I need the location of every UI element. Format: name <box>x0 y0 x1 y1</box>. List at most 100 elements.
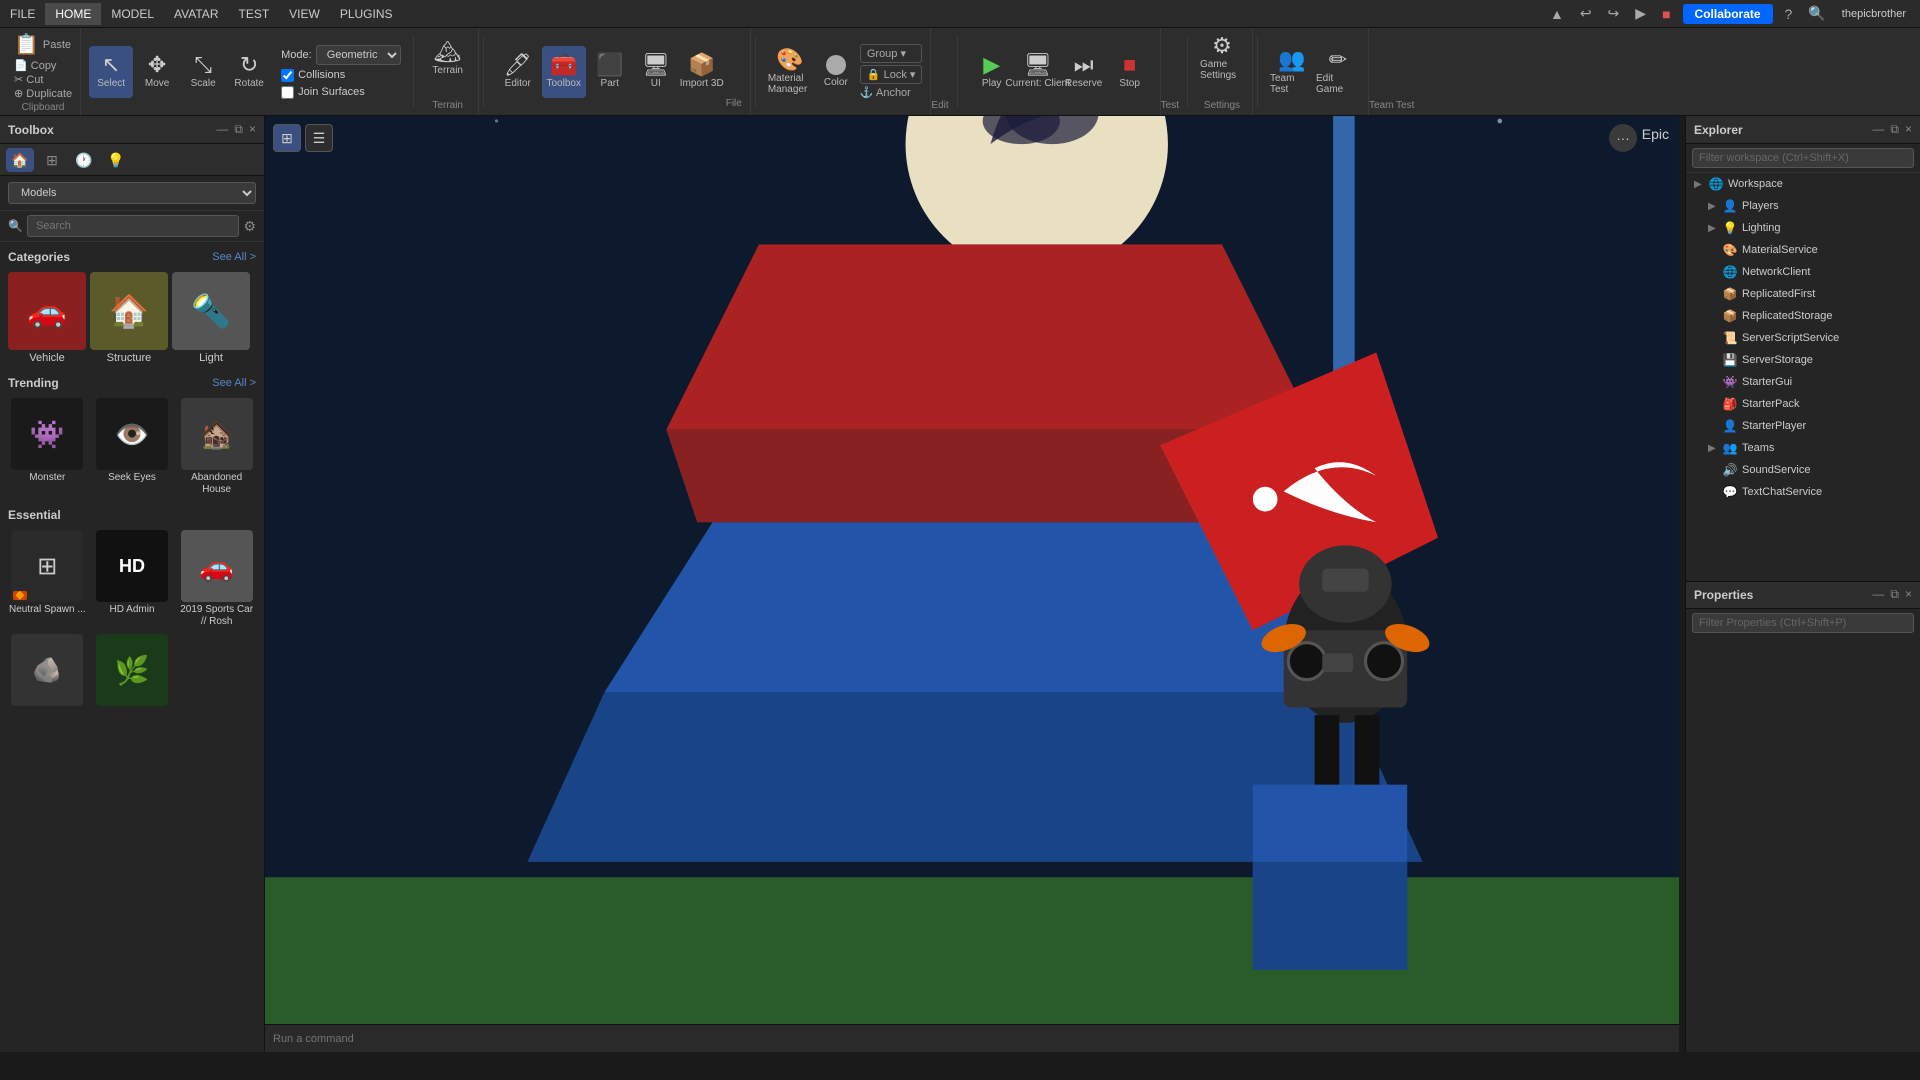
play-icon[interactable]: ▶ <box>1631 5 1650 22</box>
anchor-btn[interactable]: ⚓ Anchor <box>860 86 923 99</box>
team-test-btn[interactable]: 👥 Team Test <box>1270 46 1314 98</box>
import3d-btn[interactable]: 📦 Import 3D <box>680 46 724 98</box>
trending-abandoned-house[interactable]: 🏚️ Abandoned House <box>177 398 256 496</box>
tree-server-script[interactable]: 📜 ServerScriptService <box>1686 327 1920 349</box>
models-select[interactable]: Models Plugins Audio <box>8 182 256 204</box>
category-vehicle[interactable]: 🚗 Vehicle <box>8 272 86 364</box>
explorer-close-icon[interactable]: × <box>1905 122 1912 137</box>
reserve-btn[interactable]: ⏭ Reserve <box>1062 46 1106 98</box>
scale-btn[interactable]: ⤡ Scale <box>181 46 225 98</box>
tab-recent[interactable]: 🕐 <box>70 148 98 172</box>
group-btn[interactable]: Group ▾ <box>860 44 923 63</box>
tab-light[interactable]: 💡 <box>102 148 130 172</box>
toolbox-close-icon[interactable]: × <box>249 122 256 137</box>
toolbox-tabs: 🏠 ⊞ 🕐 💡 <box>0 144 264 176</box>
stop-btn[interactable]: ■ Stop <box>1108 46 1152 98</box>
tree-starter-player[interactable]: 👤 StarterPlayer <box>1686 415 1920 437</box>
explorer-filter-input[interactable] <box>1692 148 1914 168</box>
menu-view[interactable]: VIEW <box>279 3 330 25</box>
toolbox-pop-icon[interactable]: ⧉ <box>234 122 243 137</box>
filter-btn[interactable]: ⚙ <box>243 218 256 235</box>
tree-server-storage[interactable]: 💾 ServerStorage <box>1686 349 1920 371</box>
collisions-check[interactable]: Collisions <box>281 69 401 82</box>
categories-see-all[interactable]: See All > <box>212 251 256 263</box>
undo-icon[interactable]: ↩ <box>1576 5 1596 22</box>
tree-network-client[interactable]: 🌐 NetworkClient <box>1686 261 1920 283</box>
tree-teams[interactable]: ▶ 👥 Teams <box>1686 437 1920 459</box>
tree-players[interactable]: ▶ 👤 Players <box>1686 195 1920 217</box>
game-settings-btn[interactable]: ⚙ Game Settings <box>1200 32 1244 84</box>
properties-close-icon[interactable]: × <box>1905 587 1912 602</box>
category-structure[interactable]: 🏠 Structure <box>90 272 168 364</box>
collaborate-button[interactable]: Collaborate <box>1683 4 1773 24</box>
tree-starter-gui[interactable]: 👾 StarterGui <box>1686 371 1920 393</box>
trending-seek-eyes[interactable]: 👁️ Seek Eyes <box>93 398 172 496</box>
menu-plugins[interactable]: PLUGINS <box>330 3 403 25</box>
search-icon[interactable]: 🔍 <box>1804 5 1829 22</box>
properties-pop-icon[interactable]: ⧉ <box>1890 587 1899 602</box>
menu-home[interactable]: HOME <box>45 3 101 25</box>
lock-btn[interactable]: 🔒 Lock ▾ <box>860 65 923 84</box>
menu-test[interactable]: TEST <box>228 3 279 25</box>
editor-btn[interactable]: 🖊 Editor <box>496 46 540 98</box>
material-btn[interactable]: 🎨 Material Manager <box>768 46 812 98</box>
menu-avatar[interactable]: AVATAR <box>164 3 228 25</box>
rotate-btn[interactable]: ↻ Rotate <box>227 46 271 98</box>
viewport-more-btn[interactable]: ··· <box>1609 124 1637 152</box>
category-structure-thumb: 🏠 <box>90 272 168 350</box>
menu-file[interactable]: FILE <box>0 3 45 25</box>
search-input[interactable] <box>27 215 239 237</box>
paste-btn[interactable]: 📋 Paste <box>14 32 72 57</box>
tab-models[interactable]: 🏠 <box>6 148 34 172</box>
tree-sound-service[interactable]: 🔊 SoundService <box>1686 459 1920 481</box>
toolbox-btn[interactable]: 🧰 Toolbox <box>542 46 586 98</box>
select-btn[interactable]: ↖ Select <box>89 46 133 98</box>
tree-workspace[interactable]: ▶ 🌐 Workspace <box>1686 173 1920 195</box>
essential-item5[interactable]: 🌿 <box>93 634 172 708</box>
terrain-btn[interactable]: 🏔 Terrain <box>426 32 470 84</box>
tree-lighting[interactable]: ▶ 💡 Lighting <box>1686 217 1920 239</box>
toolbar: 📋 Paste 📄 Copy ✂ Cut ⊕ Duplicate Clipboa… <box>0 28 1920 116</box>
save-icon[interactable]: ▲ <box>1546 6 1568 22</box>
stop-icon[interactable]: ■ <box>1658 6 1674 22</box>
join-surfaces-check[interactable]: Join Surfaces <box>281 86 401 99</box>
play-btn[interactable]: ▶ Play <box>970 46 1014 98</box>
tree-replicated-storage[interactable]: 📦 ReplicatedStorage <box>1686 305 1920 327</box>
tab-grid[interactable]: ⊞ <box>38 148 66 172</box>
current-client-btn[interactable]: 🖥 Current: Client <box>1016 46 1060 98</box>
menu-model[interactable]: MODEL <box>101 3 164 25</box>
tree-starter-pack[interactable]: 🎒 StarterPack <box>1686 393 1920 415</box>
move-btn[interactable]: ✥ Move <box>135 46 179 98</box>
explorer-pop-icon[interactable]: ⧉ <box>1890 122 1899 137</box>
trending-monster[interactable]: 👾 Monster <box>8 398 87 496</box>
cut-btn[interactable]: ✂ Cut <box>14 73 72 86</box>
vp-list-btn[interactable]: ☰ <box>305 124 333 152</box>
duplicate-btn[interactable]: ⊕ Duplicate <box>14 87 72 100</box>
explorer-search <box>1686 144 1920 173</box>
color-btn[interactable]: Color <box>814 46 858 98</box>
trending-see-all[interactable]: See All > <box>212 377 256 389</box>
toolbar-settings: ⚙ Game Settings Settings <box>1192 28 1253 115</box>
essential-hd-admin[interactable]: HD HD Admin <box>93 530 172 628</box>
tree-replicated-first[interactable]: 📦 ReplicatedFirst <box>1686 283 1920 305</box>
help-icon[interactable]: ? <box>1781 6 1797 22</box>
properties-filter-input[interactable] <box>1692 613 1914 633</box>
part-btn[interactable]: ⬛ Part <box>588 46 632 98</box>
vp-roblox-btn[interactable]: ⊞ <box>273 124 301 152</box>
essential-sports-car[interactable]: 🚗 2019 Sports Car // Rosh <box>177 530 256 628</box>
explorer-minimize-icon[interactable]: — <box>1872 122 1884 137</box>
category-light[interactable]: 🔦 Light <box>172 272 250 364</box>
toolbox-title: Toolbox <box>8 123 54 137</box>
command-input[interactable] <box>273 1033 1677 1045</box>
toolbox-minimize-icon[interactable]: — <box>216 122 228 137</box>
copy-btn[interactable]: 📄 Copy <box>14 59 72 72</box>
properties-minimize-icon[interactable]: — <box>1872 587 1884 602</box>
edit-game-btn[interactable]: ✏ Edit Game <box>1316 46 1360 98</box>
tree-text-chat[interactable]: 💬 TextChatService <box>1686 481 1920 503</box>
ui-btn[interactable]: 🖥 UI <box>634 46 678 98</box>
essential-neutral-spawn[interactable]: ⊞ 🔶 Neutral Spawn ... <box>8 530 87 628</box>
tree-material-service[interactable]: 🎨 MaterialService <box>1686 239 1920 261</box>
mode-select[interactable]: Geometric Physical <box>316 45 401 65</box>
essential-item4[interactable]: 🪨 <box>8 634 87 708</box>
redo-icon[interactable]: ↪ <box>1604 5 1624 22</box>
